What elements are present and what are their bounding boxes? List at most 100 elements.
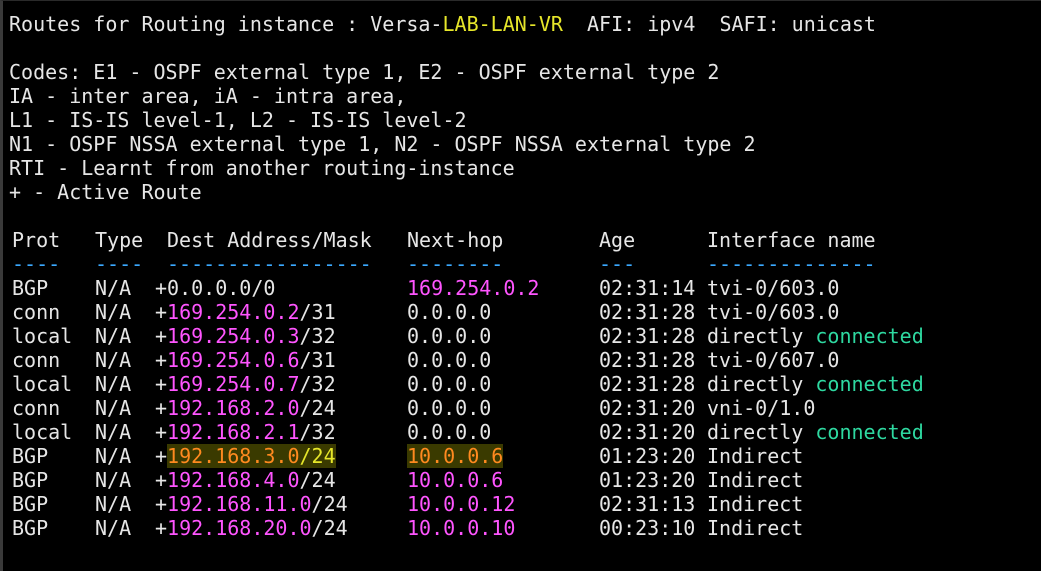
cell-prot: local	[12, 372, 73, 396]
cell-nexthop: 0.0.0.0	[407, 420, 492, 444]
instance-name: LAB-LAN-VR	[442, 12, 563, 36]
active-route-marker: +	[155, 300, 168, 324]
separator-nexthop: --------	[407, 252, 504, 276]
active-route-marker: +	[155, 348, 168, 372]
cell-nexthop: 10.0.0.12	[407, 492, 516, 516]
cell-dest: +192.168.2.0/24	[155, 396, 336, 420]
dest-ip: 0.0.0.0	[167, 276, 252, 300]
cell-nexthop: 10.0.0.10	[407, 516, 516, 540]
header-prefix: Routes for Routing instance : Versa-	[9, 12, 443, 36]
cell-age: 00:23:10	[599, 516, 696, 540]
dest-mask: /24	[299, 444, 336, 468]
dest-mask: /0	[251, 276, 276, 300]
cell-age: 02:31:20	[599, 420, 696, 444]
iface-name: tvi-0/603.0	[707, 276, 840, 300]
cell-prot: conn	[12, 300, 61, 324]
cell-iface: directly connected	[707, 324, 924, 348]
cell-dest: +192.168.11.0/24	[155, 492, 348, 516]
dest-ip: 192.168.2.1	[167, 420, 300, 444]
codes-line: Codes: E1 - OSPF external type 1, E2 - O…	[9, 60, 720, 84]
cell-iface: Indirect	[707, 516, 803, 540]
cell-nexthop: 169.254.0.2	[407, 276, 540, 300]
cell-age: 01:23:20	[599, 444, 696, 468]
cell-prot: BGP	[12, 492, 49, 516]
iface-name: vni-0/1.0	[707, 396, 816, 420]
separator-iface: --------------	[707, 252, 876, 276]
cell-iface: tvi-0/607.0	[707, 348, 839, 372]
cell-iface: Indirect	[707, 492, 803, 516]
dest-ip: 192.168.2.0	[167, 396, 300, 420]
cell-prot: conn	[12, 348, 61, 372]
cell-type: N/A	[95, 396, 132, 420]
dest-mask: /32	[299, 420, 336, 444]
routes-header-line: Routes for Routing instance : Versa-LAB-…	[9, 12, 876, 36]
header-age: Age	[599, 228, 636, 252]
iface-name: directly	[707, 324, 816, 348]
iface-connected: connected	[815, 372, 924, 396]
separator-dest: -----------------	[167, 252, 372, 276]
cell-prot: local	[12, 324, 73, 348]
cell-type: N/A	[95, 324, 132, 348]
cell-age: 02:31:28	[599, 372, 696, 396]
dest-ip: 192.168.20.0	[167, 516, 312, 540]
cell-prot: BGP	[12, 276, 49, 300]
cell-age: 02:31:13	[599, 492, 696, 516]
active-route-marker: +	[155, 444, 168, 468]
cell-type: N/A	[95, 276, 132, 300]
cell-type: N/A	[95, 420, 132, 444]
cell-age: 02:31:14	[599, 276, 696, 300]
cell-prot: conn	[12, 396, 61, 420]
cell-prot: BGP	[12, 516, 49, 540]
iface-name: Indirect	[707, 444, 804, 468]
cell-prot: local	[12, 420, 73, 444]
afi-safi: AFI: ipv4 SAFI: unicast	[562, 12, 876, 36]
cell-dest: +192.168.4.0/24	[155, 468, 336, 492]
iface-name: Indirect	[707, 516, 804, 540]
header-dest: Dest Address/Mask	[167, 228, 372, 252]
cell-nexthop: 10.0.0.6	[407, 444, 504, 468]
cell-nexthop: 0.0.0.0	[407, 300, 492, 324]
cell-dest: +169.254.0.2/31	[155, 300, 336, 324]
cell-iface: Indirect	[707, 444, 803, 468]
cell-prot: BGP	[12, 444, 49, 468]
cell-type: N/A	[95, 300, 132, 324]
cell-nexthop: 0.0.0.0	[407, 324, 492, 348]
cell-dest: +192.168.3.0/24	[155, 444, 336, 468]
cell-iface: Indirect	[707, 468, 803, 492]
terminal-window[interactable]: Routes for Routing instance : Versa-LAB-…	[0, 0, 1041, 571]
cell-iface: tvi-0/603.0	[707, 300, 839, 324]
cell-age: 02:31:28	[599, 348, 696, 372]
codes-line: N1 - OSPF NSSA external type 1, N2 - OSP…	[9, 132, 756, 156]
cell-type: N/A	[95, 444, 132, 468]
header-nexthop: Next-hop	[407, 228, 504, 252]
iface-name: directly	[707, 372, 816, 396]
active-route-marker: +	[155, 324, 168, 348]
active-route-marker: +	[155, 276, 168, 300]
iface-name: Indirect	[707, 468, 804, 492]
codes-line: + - Active Route	[9, 180, 202, 204]
dest-ip: 192.168.11.0	[167, 492, 312, 516]
cell-type: N/A	[95, 372, 132, 396]
iface-name: directly	[707, 420, 816, 444]
header-type: Type	[95, 228, 144, 252]
dest-ip: 169.254.0.2	[167, 300, 300, 324]
active-route-marker: +	[155, 396, 168, 420]
cell-age: 02:31:28	[599, 324, 696, 348]
codes-line: IA - inter area, iA - intra area,	[9, 84, 407, 108]
active-route-marker: +	[155, 420, 168, 444]
cell-iface: directly connected	[707, 420, 924, 444]
cell-nexthop: 0.0.0.0	[407, 396, 492, 420]
active-route-marker: +	[155, 468, 168, 492]
dest-mask: /24	[311, 492, 348, 516]
header-iface: Interface name	[707, 228, 876, 252]
cell-dest: +169.254.0.6/31	[155, 348, 336, 372]
cell-dest: +169.254.0.3/32	[155, 324, 336, 348]
codes-line: RTI - Learnt from another routing-instan…	[9, 156, 515, 180]
dest-ip: 169.254.0.3	[167, 324, 300, 348]
separator-age: ---	[599, 252, 636, 276]
cell-iface: directly connected	[707, 372, 924, 396]
cell-age: 02:31:20	[599, 396, 696, 420]
header-prot: Prot	[12, 228, 61, 252]
cell-prot: BGP	[12, 468, 49, 492]
active-route-marker: +	[155, 372, 168, 396]
